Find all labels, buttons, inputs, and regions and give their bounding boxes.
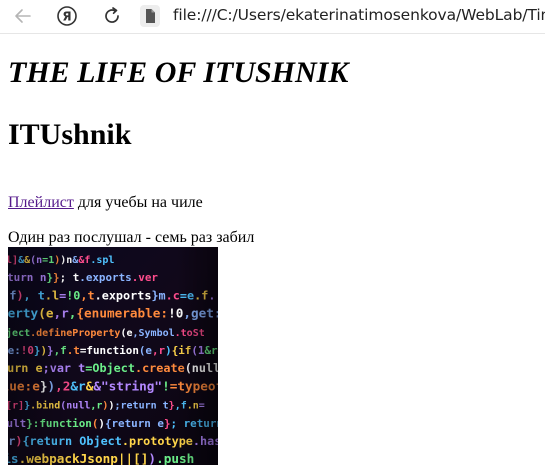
reload-button[interactable] (97, 2, 127, 30)
playlist-text: для учебы на чиле (73, 194, 203, 211)
playlist-link[interactable]: Плейлист (8, 194, 74, 211)
file-icon (140, 5, 160, 27)
browser-toolbar: Я file:///C:/Users/ekaterinatimosenkova/… (0, 0, 545, 34)
quote-paragraph: Один раз послушал - семь раз забил (8, 229, 255, 246)
yandex-button[interactable]: Я (52, 2, 82, 30)
code-image: ol]&&(n=1))n&&f.splreturn n}}; t.exports… (8, 247, 218, 465)
reload-icon (105, 7, 119, 23)
playlist-paragraph: Плейлист для учебы на чиле (8, 194, 203, 212)
page-heading: ITUshnik (8, 118, 132, 151)
back-arrow-icon (15, 9, 31, 23)
yandex-glyph: Я (62, 10, 71, 24)
yandex-icon: Я (57, 6, 77, 26)
address-bar[interactable]: file:///C:/Users/ekaterinatimosenkova/We… (173, 6, 545, 24)
page-title: THE LIFE OF ITUSHNIK (8, 56, 349, 89)
back-button[interactable] (8, 2, 38, 30)
page-info-button[interactable] (138, 4, 162, 28)
